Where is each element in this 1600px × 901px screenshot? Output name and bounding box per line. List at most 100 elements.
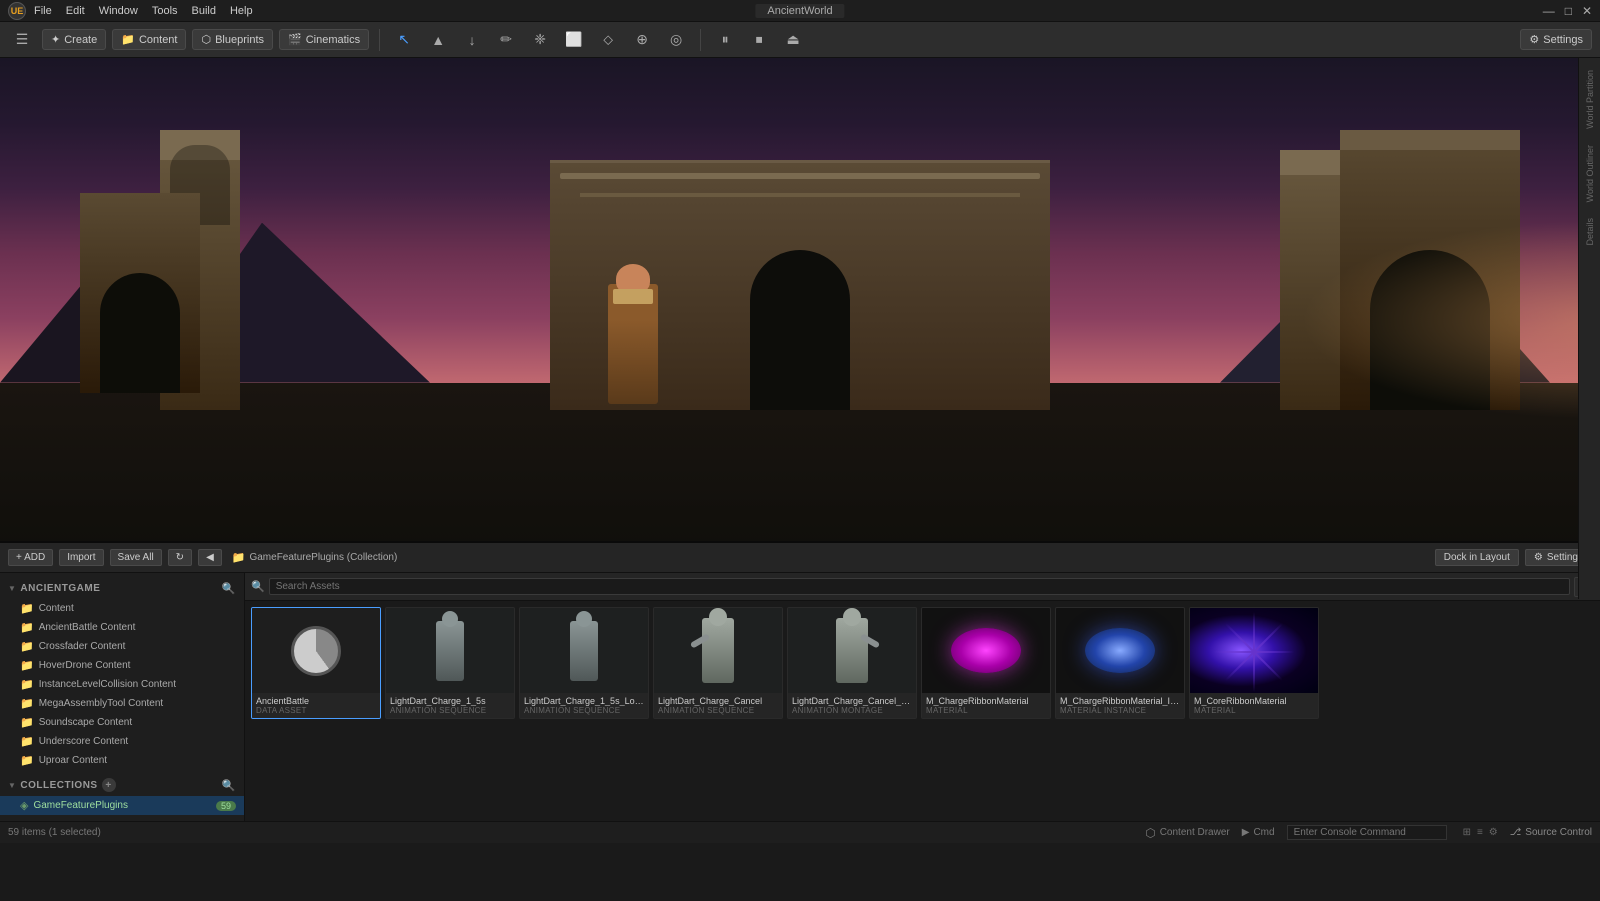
content-browser-panel: + ADD Import Save All ↻ ◀ 📁 GameFeatureP… — [0, 541, 1600, 843]
asset-item-chargeribbon[interactable]: M_ChargeRibbonMaterial MATERIAL — [921, 607, 1051, 719]
menu-build[interactable]: Build — [192, 5, 216, 17]
import-button[interactable]: Import — [59, 549, 103, 566]
collection-icon: ◈ — [20, 799, 28, 812]
translate-tool-btn[interactable]: ↓ — [458, 26, 486, 54]
content-drawer-btn[interactable]: ⬡ Content Drawer — [1145, 826, 1230, 840]
cinematics-button[interactable]: 🎬 Cinematics — [279, 29, 369, 50]
sidebar-search-icon[interactable]: 🔍 — [222, 581, 236, 595]
sunset-glow — [1300, 220, 1600, 420]
menu-window[interactable]: Window — [99, 5, 138, 17]
menu-edit[interactable]: Edit — [66, 5, 85, 17]
asset-thumb-lightdart1 — [386, 608, 514, 693]
dock-in-layout-button[interactable]: Dock in Layout — [1435, 549, 1519, 566]
settings-button[interactable]: ⚙ Settings — [1520, 29, 1592, 50]
cb-status-bar: 59 items (1 selected) ⬡ Content Drawer ▶… — [0, 821, 1600, 843]
sidebar-item-megaassembly[interactable]: 📁 MegaAssemblyTool Content — [0, 694, 244, 713]
sidebar-item-instancelevel[interactable]: 📁 InstanceLevelCollision Content — [0, 675, 244, 694]
history-back-button[interactable]: ◀ — [198, 549, 222, 566]
asset-item-lightdart2[interactable]: LightDart_Charge_1_5s_Loop ANIMATION SEQ… — [519, 607, 649, 719]
collection-name: GameFeaturePlugins — [33, 800, 128, 811]
source-control-icon: ⎇ — [1510, 827, 1522, 838]
sidebar-item-ancientbattle[interactable]: 📁 AncientBattle Content — [0, 618, 244, 637]
chevron-down-icon-2: ▼ — [8, 781, 16, 790]
content-icon: 📁 — [121, 33, 135, 46]
search-icon: 🔍 — [251, 580, 265, 593]
paint-tool-btn[interactable]: ✏ — [492, 26, 520, 54]
menu-bar[interactable]: File Edit Window Tools Build Help — [34, 5, 253, 17]
asset-name-ancientbattle: AncientBattle — [256, 696, 376, 706]
asset-type-chargeribbon: MATERIAL — [926, 706, 1046, 715]
maximize-btn[interactable]: □ — [1565, 4, 1572, 18]
play-btn[interactable]: ⏸ — [711, 26, 739, 54]
mesh-tool-btn[interactable]: ⬜ — [560, 26, 588, 54]
console-command-input[interactable] — [1287, 825, 1447, 840]
folder-icon: 📁 — [20, 659, 34, 672]
collection-item-gamefeature[interactable]: ◈ GameFeaturePlugins 59 — [0, 796, 244, 815]
hamburger-menu-btn[interactable]: ☰ — [8, 26, 36, 54]
blueprints-icon: ⬡ — [201, 33, 211, 46]
source-control-button[interactable]: ⎇ Source Control — [1510, 827, 1592, 838]
stop-btn[interactable]: ⏹ — [745, 26, 773, 54]
content-button[interactable]: 📁 Content — [112, 29, 186, 50]
view-settings-icon[interactable]: ⚙ — [1489, 827, 1498, 838]
add-collection-button[interactable]: + — [102, 778, 116, 792]
viewport[interactable]: World Partition World Outliner Details — [0, 58, 1600, 599]
asset-type-lightdart4: ANIMATION MONTAGE — [792, 706, 912, 715]
nav-tool-btn[interactable]: ⬦ — [594, 26, 622, 54]
asset-label-coreribbon: M_CoreRibbonMaterial MATERIAL — [1190, 693, 1318, 718]
eject-btn[interactable]: ⏏ — [779, 26, 807, 54]
item-count-label: 59 items (1 selected) — [8, 827, 101, 838]
menu-tools[interactable]: Tools — [152, 5, 178, 17]
save-all-button[interactable]: Save All — [110, 549, 162, 566]
asset-item-coreribbon[interactable]: M_CoreRibbonMaterial MATERIAL — [1189, 607, 1319, 719]
cb-toolbar: + ADD Import Save All ↻ ◀ 📁 GameFeatureP… — [0, 543, 1600, 573]
asset-type-lightdart3: ANIMATION SEQUENCE — [658, 706, 778, 715]
asset-label-chargeribbon: M_ChargeRibbonMaterial MATERIAL — [922, 693, 1050, 718]
extra-tool-btn[interactable]: ⊕ — [628, 26, 656, 54]
cmd-btn[interactable]: ▶ Cmd — [1242, 827, 1275, 838]
folder-icon: 📁 — [20, 716, 34, 729]
search-input[interactable] — [269, 578, 1570, 595]
refresh-button[interactable]: ↻ — [168, 549, 192, 566]
sidebar-item-soundscape[interactable]: 📁 Soundscape Content — [0, 713, 244, 732]
asset-item-lightdart3[interactable]: LightDart_Charge_Cancel ANIMATION SEQUEN… — [653, 607, 783, 719]
add-button[interactable]: + ADD — [8, 549, 53, 566]
collections-search-icon[interactable]: 🔍 — [222, 778, 236, 792]
asset-type-chargeribbon-inst: MATERIAL INSTANCE — [1060, 706, 1180, 715]
asset-item-ancientbattle[interactable]: AncientBattle DATA ASSET AncientBattle (… — [251, 607, 381, 719]
asset-thumb-lightdart4 — [788, 608, 916, 693]
details-label[interactable]: Details — [1583, 214, 1597, 250]
window-controls[interactable]: — □ ✕ — [1543, 4, 1592, 18]
blueprints-button[interactable]: ⬡ Blueprints — [192, 29, 273, 50]
select-tool-btn[interactable]: ↖ — [390, 26, 418, 54]
landscape-tool-btn[interactable]: ▲ — [424, 26, 452, 54]
toolbar-separator-2 — [700, 29, 701, 51]
asset-label-chargeribbon-inst: M_ChargeRibbonMaterial_Inst MATERIAL INS… — [1056, 693, 1184, 718]
minimize-btn[interactable]: — — [1543, 4, 1555, 18]
folder-icon: 📁 — [20, 735, 34, 748]
temple-arch — [750, 250, 850, 410]
world-outliner-label[interactable]: World Outliner — [1583, 141, 1597, 206]
sidebar-item-uproar[interactable]: 📁 Uproar Content — [0, 751, 244, 770]
sidebar-item-hoverdrone[interactable]: 📁 HoverDrone Content — [0, 656, 244, 675]
collections-section-header[interactable]: ▼ COLLECTIONS + 🔍 — [0, 774, 244, 796]
create-button[interactable]: ✦ Create — [42, 29, 106, 50]
asset-item-chargeribbon-inst[interactable]: M_ChargeRibbonMaterial_Inst MATERIAL INS… — [1055, 607, 1185, 719]
asset-item-lightdart1[interactable]: LightDart_Charge_1_5s ANIMATION SEQUENCE — [385, 607, 515, 719]
menu-file[interactable]: File — [34, 5, 52, 17]
close-btn[interactable]: ✕ — [1582, 4, 1592, 18]
collection-path: GameFeaturePlugins (Collection) — [249, 552, 397, 563]
grid-view-icon[interactable]: ⊞ — [1463, 827, 1471, 838]
vr-tool-btn[interactable]: ◎ — [662, 26, 690, 54]
world-partition-label[interactable]: World Partition — [1583, 66, 1597, 133]
sidebar-item-content[interactable]: 📁 Content — [0, 599, 244, 618]
ancientgame-section-header[interactable]: ▼ ANCIENTGAME 🔍 — [0, 577, 244, 599]
list-view-icon[interactable]: ≡ — [1477, 827, 1483, 838]
settings-gear-icon: ⚙ — [1529, 33, 1539, 46]
sidebar-item-underscore[interactable]: 📁 Underscore Content — [0, 732, 244, 751]
foliage-tool-btn[interactable]: ❈ — [526, 26, 554, 54]
asset-item-lightdart4[interactable]: LightDart_Charge_Cancel_Montage ANIMATIO… — [787, 607, 917, 719]
menu-help[interactable]: Help — [230, 5, 253, 17]
sidebar-item-crossfader[interactable]: 📁 Crossfader Content — [0, 637, 244, 656]
asset-name-lightdart4: LightDart_Charge_Cancel_Montage — [792, 696, 912, 706]
